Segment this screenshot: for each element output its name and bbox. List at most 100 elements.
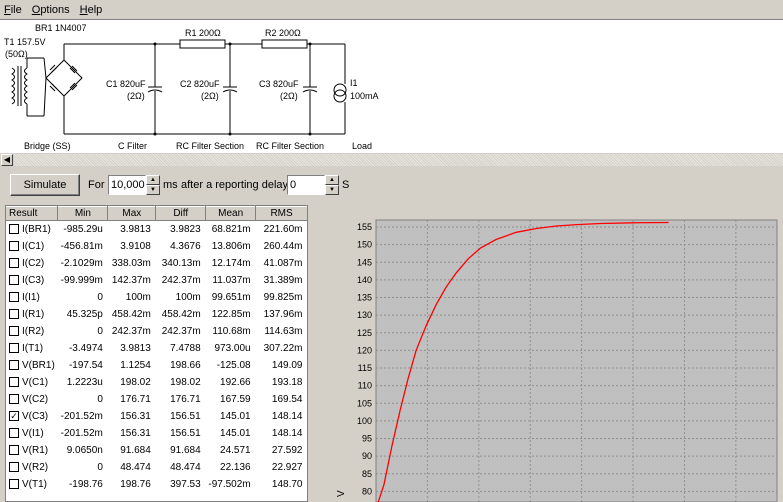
spin-down-icon[interactable]: ▼	[146, 185, 160, 195]
result-max-cell: 100m	[125, 291, 151, 303]
result-min-cell: 0	[97, 291, 103, 303]
checkbox[interactable]	[9, 257, 19, 268]
table-row[interactable]: I(R1) 45.325p 458.42m 458.42m 122.85m 137.96m	[6, 306, 307, 323]
r1-label: R1 200Ω	[185, 28, 221, 38]
simulation-toolbar: Simulate For ▲ ▼ ms after a reporting de…	[0, 168, 783, 202]
checkbox[interactable]	[9, 444, 19, 455]
delay-field[interactable]	[287, 175, 325, 195]
col-max[interactable]: Max	[107, 206, 157, 221]
checkbox[interactable]	[9, 427, 19, 438]
checkbox[interactable]	[9, 478, 19, 489]
result-name: V(I1)	[22, 427, 44, 439]
table-row[interactable]: V(R2) 0 48.474 48.474 22.136 22.927	[6, 459, 307, 476]
checked-checkbox[interactable]: ✓	[9, 410, 19, 421]
result-rms-cell: 99.825m	[263, 291, 303, 303]
result-max-cell: 3.9813	[120, 342, 151, 354]
checkbox[interactable]	[9, 393, 19, 404]
table-row[interactable]: V(I1) -201.52m 156.31 156.51 145.01 148.14	[6, 425, 307, 442]
result-min-cell: 0	[97, 393, 103, 405]
result-name-cell[interactable]: ✓ V(C3)	[6, 408, 58, 425]
checkbox[interactable]	[9, 376, 19, 387]
scroll-track[interactable]	[14, 154, 783, 166]
result-name: V(C3)	[22, 410, 49, 422]
col-mean[interactable]: Mean	[205, 206, 257, 221]
result-max-cell: 156.31	[120, 410, 151, 422]
checkbox[interactable]	[9, 359, 19, 370]
y-tick-label: 85	[362, 469, 372, 479]
checkbox[interactable]	[9, 461, 19, 472]
schematic-scrollbar[interactable]: ◀	[0, 152, 783, 166]
result-name-cell[interactable]: V(BR1)	[6, 357, 58, 374]
table-row[interactable]: ✓ V(C3) -201.52m 156.31 156.51 145.01 148.14	[6, 408, 307, 425]
spin-down-icon[interactable]: ▼	[325, 185, 339, 195]
result-name-cell[interactable]: I(BR1)	[6, 221, 58, 238]
delay-label: after a reporting delay of	[181, 179, 301, 191]
delay-spinner[interactable]: ▲ ▼	[325, 175, 339, 195]
y-tick-label: 110	[358, 381, 372, 391]
table-row[interactable]: V(C2) 0 176.71 176.71 167.59 169.54	[6, 391, 307, 408]
delay-input[interactable]	[288, 176, 324, 194]
table-row[interactable]: I(BR1) -985.29u 3.9813 3.9823 68.821m 221.60m	[6, 221, 307, 238]
scroll-left-arrow-icon[interactable]: ◀	[1, 154, 13, 166]
table-row[interactable]: I(T1) -3.4974 3.9813 7.4788 973.00u 307.22m	[6, 340, 307, 357]
col-diff[interactable]: Diff	[155, 206, 207, 221]
result-rms-cell: 148.14	[271, 427, 303, 439]
result-name-cell[interactable]: V(T1)	[6, 476, 58, 493]
result-name-cell[interactable]: I(C1)	[6, 238, 58, 255]
result-name-cell[interactable]: I(R1)	[6, 306, 58, 323]
y-tick-label: 130	[357, 310, 372, 320]
table-row[interactable]: V(BR1) -197.54 1.1254 198.66 -125.08 149.09	[6, 357, 307, 374]
result-mean-cell: 192.66	[220, 376, 251, 388]
result-rms-cell: 169.54	[271, 393, 303, 405]
spin-up-icon[interactable]: ▲	[325, 175, 339, 185]
plot-panel: 155 150 145 140 135 130 125 120 115 110 105 100 95 90…	[312, 205, 783, 502]
checkbox[interactable]	[9, 274, 19, 285]
spin-up-icon[interactable]: ▲	[146, 175, 160, 185]
result-diff-cell: 176.71	[170, 393, 201, 405]
table-row[interactable]: V(C1) 1.2223u 198.02 198.02 192.66 193.18	[6, 374, 307, 391]
checkbox[interactable]	[9, 308, 19, 319]
result-name: V(C2)	[22, 393, 49, 405]
menu-help[interactable]: Help	[80, 4, 103, 16]
result-name-cell[interactable]: I(T1)	[6, 340, 58, 357]
table-row[interactable]: I(C3) -99.999m 142.37m 242.37m 11.037m 31.389…	[6, 272, 307, 289]
duration-input[interactable]	[109, 176, 145, 194]
checkbox[interactable]	[9, 224, 19, 235]
result-name-cell[interactable]: V(C1)	[6, 374, 58, 391]
result-max-cell: 1.1254	[120, 359, 151, 371]
result-min-cell: -198.76	[68, 478, 103, 490]
col-min[interactable]: Min	[57, 206, 109, 221]
checkbox[interactable]	[9, 240, 19, 251]
table-row[interactable]: V(T1) -198.76 198.76 397.53 -97.502m 148.70	[6, 476, 307, 493]
c1-resistance-label: (2Ω)	[127, 91, 145, 101]
result-rms-cell: 149.09	[271, 359, 303, 371]
menu-file[interactable]: File	[4, 4, 22, 16]
for-label: For	[88, 179, 105, 191]
table-row[interactable]: I(C2) -2.1029m 338.03m 340.13m 12.174m 41.087…	[6, 255, 307, 272]
menu-options[interactable]: Options	[32, 4, 70, 16]
duration-field[interactable]	[108, 175, 146, 195]
result-name-cell[interactable]: I(I1)	[6, 289, 58, 306]
checkbox[interactable]	[9, 325, 19, 336]
result-name-cell[interactable]: I(C3)	[6, 272, 58, 289]
table-row[interactable]: I(I1) 0 100m 100m 99.651m 99.825m	[6, 289, 307, 306]
result-rms-cell: 148.70	[271, 478, 303, 490]
col-rms[interactable]: RMS	[255, 206, 307, 221]
result-mean-cell: 99.651m	[211, 291, 251, 303]
result-name-cell[interactable]: V(I1)	[6, 425, 58, 442]
checkbox[interactable]	[9, 342, 19, 353]
result-name-cell[interactable]: V(C2)	[6, 391, 58, 408]
r2-label: R2 200Ω	[265, 28, 301, 38]
table-row[interactable]: I(C1) -456.81m 3.9108 4.3676 13.806m 260.44m	[6, 238, 307, 255]
checkbox[interactable]	[9, 291, 19, 302]
result-name-cell[interactable]: I(R2)	[6, 323, 58, 340]
result-name-cell[interactable]: I(C2)	[6, 255, 58, 272]
result-name-cell[interactable]: V(R2)	[6, 459, 58, 476]
col-result[interactable]: Result	[6, 206, 59, 221]
table-row[interactable]: I(R2) 0 242.37m 242.37m 110.68m 114.63m	[6, 323, 307, 340]
result-name-cell[interactable]: V(R1)	[6, 442, 58, 459]
simulate-button[interactable]: Simulate	[10, 174, 80, 196]
table-row[interactable]: V(R1) 9.0650n 91.684 91.684 24.571 27.592	[6, 442, 307, 459]
duration-spinner[interactable]: ▲ ▼	[146, 175, 160, 195]
s-label: S	[342, 179, 350, 191]
